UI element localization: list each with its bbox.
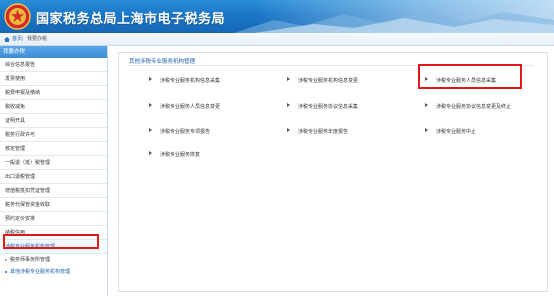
service-label: 涉税专业服务协议信息采集	[298, 104, 359, 110]
tax-emblem-icon	[4, 3, 31, 30]
sidebar-item-tax-relief[interactable]: 税收减免	[0, 100, 107, 114]
service-link[interactable]: 涉税专业服务恢复	[149, 151, 200, 159]
breadcrumb-separator: |	[22, 36, 24, 42]
triangle-bullet-icon	[149, 151, 152, 155]
breadcrumb-current: 我要办税	[27, 36, 48, 42]
panel-divider	[129, 65, 534, 66]
service-link[interactable]: 涉税专业服务人员信息采集	[425, 77, 496, 85]
bullet-icon	[5, 259, 7, 261]
service-link[interactable]: 涉税专业服务机构信息采集	[149, 77, 220, 85]
sidebar-subitem-other-agencies[interactable]: 其他涉税专业服务机构管理	[0, 266, 107, 278]
triangle-bullet-icon	[149, 128, 152, 132]
service-label: 涉税专业服务人员信息变更	[160, 104, 221, 110]
home-icon	[4, 37, 10, 42]
sidebar-item-tax-filing[interactable]: 税费申报及缴纳	[0, 86, 107, 100]
sidebar-item-certificates[interactable]: 证明开具	[0, 114, 107, 128]
service-label: 涉税专业服务专项报告	[160, 129, 211, 135]
breadcrumb: 首页 | 我要办税	[0, 33, 554, 46]
sidebar-item-invoice-use[interactable]: 发票使用	[0, 72, 107, 86]
service-label: 涉税专业服务协议信息变更及终止	[436, 104, 512, 110]
header-banner: 国家税务总局上海市电子税务局	[0, 0, 554, 33]
sidebar: 我要办税 综合信息报告 发票使用 税费申报及缴纳 税收减免 证明开具 税务行政许…	[0, 46, 108, 296]
sidebar-item-vat-deduction[interactable]: 增值税抵扣凭证管理	[0, 184, 107, 198]
sidebar-subitem-label: 其他涉税专业服务机构管理	[10, 269, 71, 275]
sidebar-subitem-tax-firm[interactable]: 税务师事务所管理	[0, 254, 107, 266]
triangle-bullet-icon	[149, 77, 152, 81]
triangle-bullet-icon	[287, 128, 290, 132]
service-label: 涉税专业服务机构信息变更	[298, 78, 359, 84]
service-panel: 其他涉税专业服务机构管理 涉税专业服务机构信息采集 涉税专业服务机构信息变更 涉…	[118, 52, 548, 292]
sidebar-item-assessment[interactable]: 核定管理	[0, 142, 107, 156]
sidebar-subitem-label: 税务师事务所管理	[10, 257, 51, 263]
banner-mountains	[234, 10, 554, 33]
service-link[interactable]: 涉税专业服务人员信息变更	[149, 103, 220, 111]
sidebar-item-admin-license[interactable]: 税务行政许可	[0, 128, 107, 142]
service-link[interactable]: 涉税专业服务中止	[425, 128, 476, 136]
sidebar-item-refund[interactable]: 一般退（抵）税管理	[0, 156, 107, 170]
service-link[interactable]: 涉税专业服务专项报告	[149, 128, 210, 136]
service-label: 涉税专业服务恢复	[160, 152, 201, 158]
main-content: 其他涉税专业服务机构管理 涉税专业服务机构信息采集 涉税专业服务机构信息变更 涉…	[112, 48, 552, 294]
sidebar-header: 我要办税	[0, 46, 107, 58]
site-title: 国家税务总局上海市电子税务局	[36, 12, 226, 27]
sidebar-item-custody-funds[interactable]: 税务代保管资金收取	[0, 198, 107, 212]
breadcrumb-home-link[interactable]: 首页	[12, 33, 22, 46]
triangle-bullet-icon	[425, 103, 428, 107]
triangle-bullet-icon	[425, 77, 428, 81]
triangle-bullet-icon	[425, 128, 428, 132]
triangle-bullet-icon	[287, 103, 290, 107]
sidebar-item-export-refund[interactable]: 出口退税管理	[0, 170, 107, 184]
sidebar-item-service-agencies[interactable]: 涉税专业服务机构管理	[0, 240, 107, 254]
service-link[interactable]: 涉税专业服务年度报告	[287, 128, 348, 136]
panel-title: 其他涉税专业服务机构管理	[129, 59, 196, 65]
triangle-bullet-icon	[149, 103, 152, 107]
service-label: 涉税专业服务机构信息采集	[160, 78, 221, 84]
service-label: 涉税专业服务人员信息采集	[436, 78, 497, 84]
triangle-bullet-icon	[287, 77, 290, 81]
service-label: 涉税专业服务中止	[436, 129, 477, 135]
sidebar-item-comprehensive-report[interactable]: 综合信息报告	[0, 58, 107, 72]
service-link[interactable]: 涉税专业服务协议信息变更及终止	[425, 103, 511, 111]
bullet-icon	[5, 271, 7, 273]
service-link[interactable]: 涉税专业服务协议信息采集	[287, 103, 358, 111]
sidebar-item-credit[interactable]: 纳税信用	[0, 226, 107, 240]
service-label: 涉税专业服务年度报告	[298, 129, 349, 135]
service-link[interactable]: 涉税专业服务机构信息变更	[287, 77, 358, 85]
sidebar-item-pricing[interactable]: 预约定价安排	[0, 212, 107, 226]
